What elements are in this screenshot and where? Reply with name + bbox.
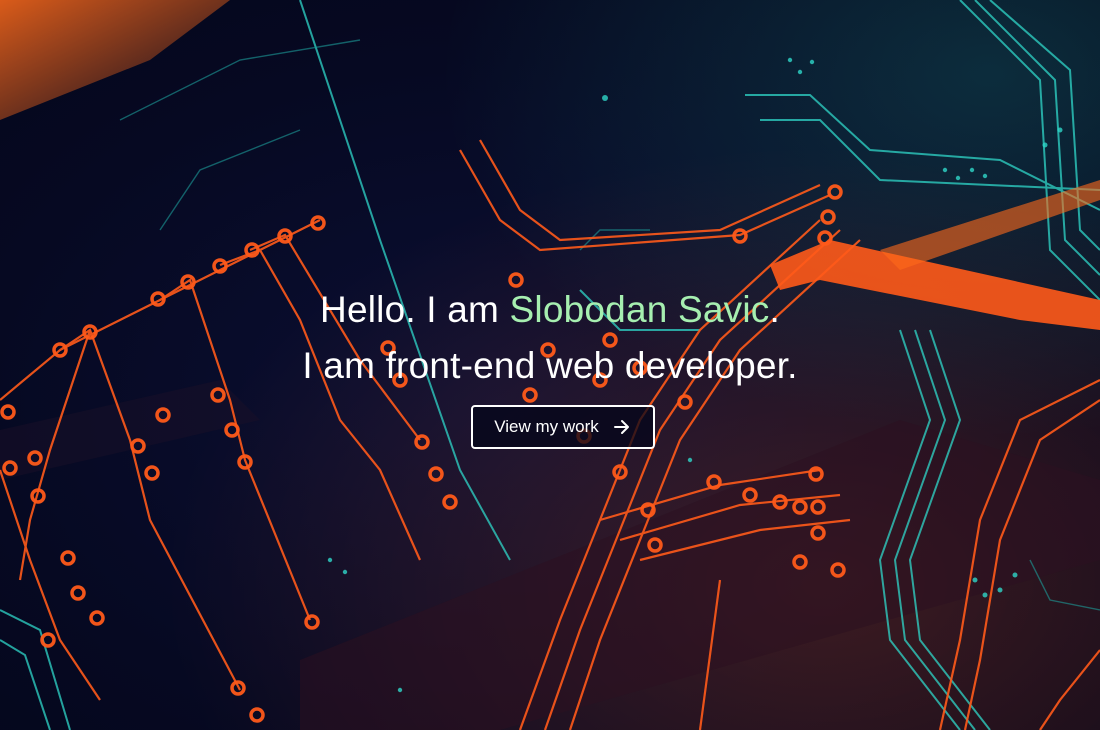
developer-name: Slobodan Savic [509, 289, 770, 330]
hero-content: Hello. I am Slobodan Savic. I am front-en… [0, 282, 1100, 449]
hero-tagline: I am front-end web developer. [302, 345, 798, 386]
view-my-work-button[interactable]: View my work [470, 405, 655, 449]
greeting-period: . [769, 289, 780, 330]
hero-section: Hello. I am Slobodan Savic. I am front-en… [0, 0, 1100, 730]
greeting-text: Hello. I am [320, 289, 510, 330]
view-my-work-label: View my work [494, 417, 599, 436]
arrow-right-icon [613, 420, 629, 434]
hero-headline: Hello. I am Slobodan Savic. I am front-en… [0, 282, 1100, 394]
